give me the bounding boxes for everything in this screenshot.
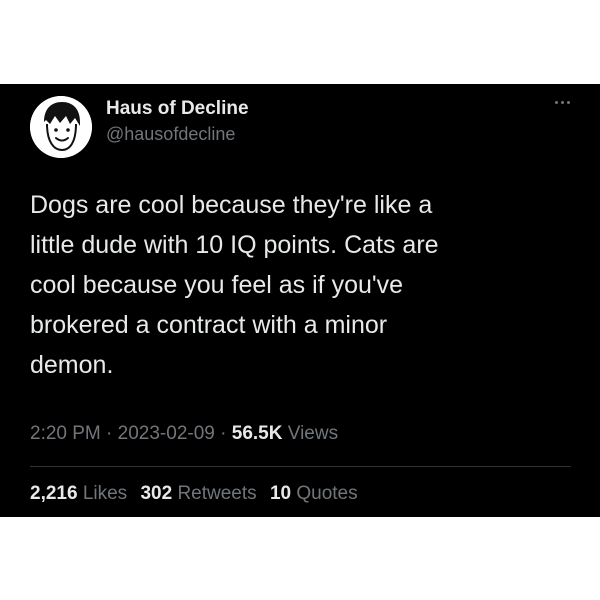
meta-separator: · <box>100 423 118 444</box>
cartoon-face-avatar-icon <box>30 96 92 158</box>
divider <box>30 466 571 467</box>
views-label: Views <box>287 423 339 444</box>
tweet-time[interactable]: 2:20 PM <box>30 423 101 444</box>
views-count: 56.5K <box>231 423 283 444</box>
likes-label: Likes <box>82 483 128 504</box>
tweet-card: Haus of Decline @hausofdecline Dogs are … <box>0 84 600 517</box>
retweets-label: Retweets <box>177 483 257 504</box>
author-display-name[interactable]: Haus of Decline <box>106 98 249 120</box>
tweet-text: Dogs are cool because they're like a lit… <box>30 191 439 379</box>
ellipsis-icon[interactable] <box>554 98 572 106</box>
tweet-date[interactable]: 2023-02-09 <box>118 423 215 444</box>
quotes-count: 10 <box>269 483 292 504</box>
quotes-stat[interactable]: 10 Quotes <box>270 483 358 504</box>
author-handle[interactable]: @hausofdecline <box>106 124 235 145</box>
retweets-stat[interactable]: 302 Retweets <box>140 483 256 504</box>
tweet-meta: 2:20 PM · 2023-02-09 · 56.5K Views <box>30 423 338 445</box>
tweet-stats: 2,216 Likes 302 Retweets 10 Quotes <box>30 483 366 505</box>
avatar[interactable] <box>30 96 92 158</box>
quotes-label: Quotes <box>296 483 358 504</box>
likes-stat[interactable]: 2,216 Likes <box>30 483 127 504</box>
meta-separator: · <box>214 423 232 444</box>
likes-count: 2,216 <box>30 483 78 504</box>
retweets-count: 302 <box>140 483 173 504</box>
